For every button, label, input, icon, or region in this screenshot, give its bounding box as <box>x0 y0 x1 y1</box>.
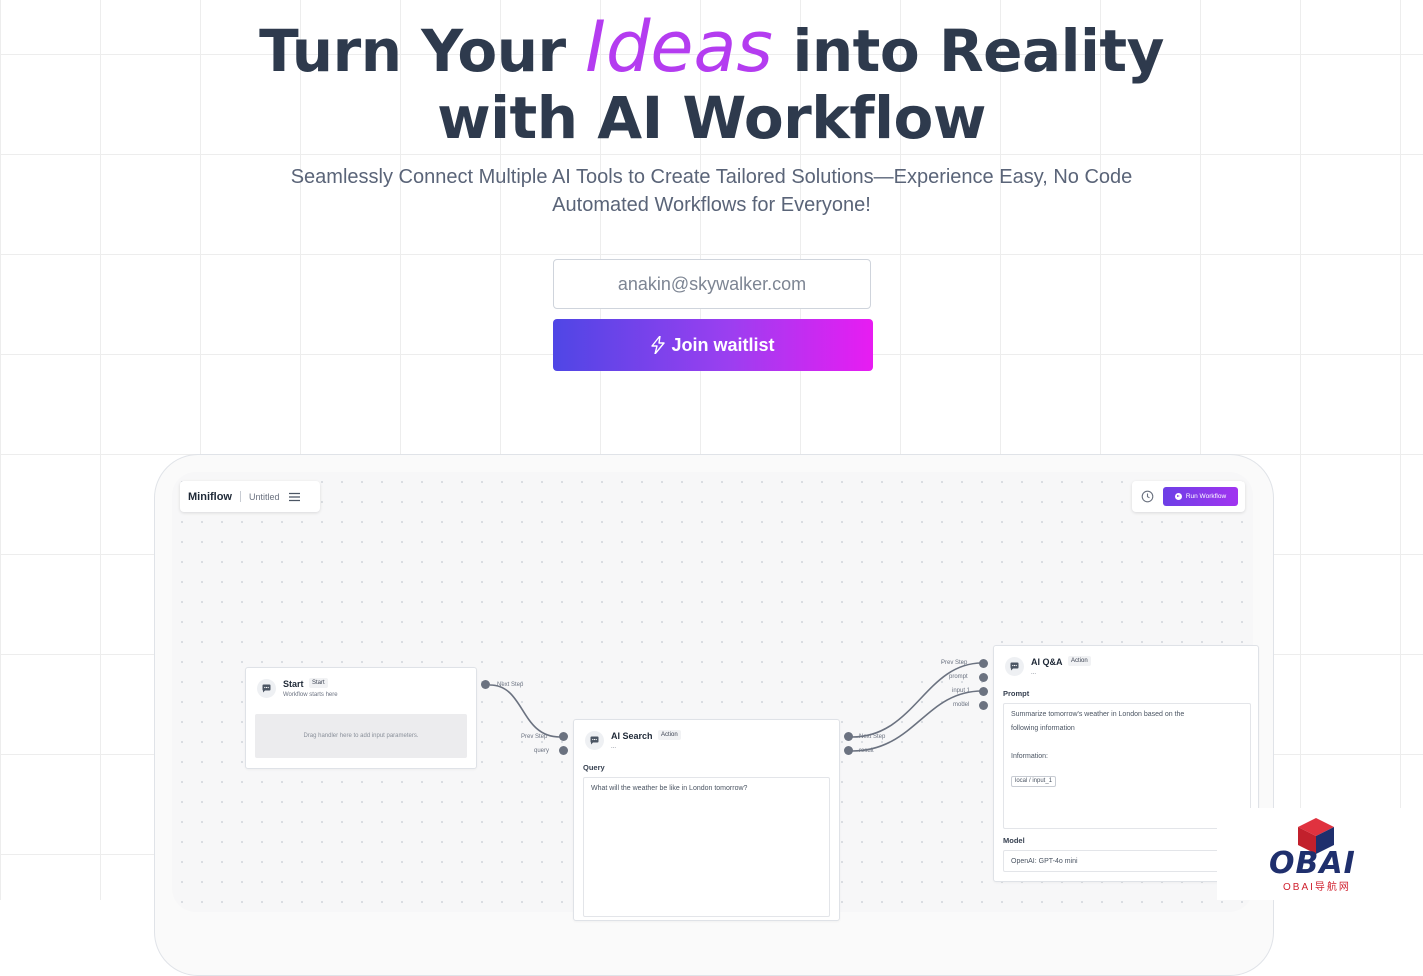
history-clock-icon[interactable] <box>1141 490 1154 503</box>
workflow-toolbar: Miniflow Untitled <box>180 481 320 512</box>
qa-prompt-port[interactable] <box>979 673 988 682</box>
node-subtitle: Workflow starts here <box>283 692 338 698</box>
port-label: result <box>859 748 874 754</box>
port-label: Prev Step <box>941 660 968 666</box>
hero-subtitle: Seamlessly Connect Multiple AI Tools to … <box>290 166 1133 216</box>
logo-text: OBAI <box>1269 846 1356 881</box>
search-next-port[interactable] <box>844 732 853 741</box>
toolbar-divider <box>240 491 241 502</box>
join-waitlist-button[interactable]: Join waitlist <box>553 319 873 371</box>
node-tag: Action <box>1068 656 1091 666</box>
chat-icon <box>257 679 276 698</box>
node-title: AI Search <box>611 731 653 741</box>
start-node[interactable]: Start Start Workflow starts here Drag ha… <box>245 667 477 769</box>
port-label: query <box>534 748 550 754</box>
app-brand: Miniflow <box>188 490 232 503</box>
query-label: Query <box>583 763 605 772</box>
headline-line-2: with AI Workflow <box>437 84 986 152</box>
node-tag: Action <box>658 730 681 740</box>
run-workflow-button[interactable]: Run Workflow <box>1163 487 1238 506</box>
search-prev-port[interactable] <box>559 732 568 741</box>
node-tag: Start <box>309 678 328 688</box>
headline-line-1: Turn Your Ideas into Reality <box>0 12 1423 86</box>
qa-prev-port[interactable] <box>979 659 988 668</box>
ai-search-node[interactable]: AI Search Action ... Query What will the… <box>573 719 840 921</box>
qa-input-port[interactable] <box>979 687 988 696</box>
variable-chip[interactable]: local / input_1 <box>1011 776 1057 787</box>
play-icon <box>1174 493 1182 500</box>
run-workflow-label: Run Workflow <box>1185 493 1227 500</box>
start-next-port[interactable] <box>481 680 490 689</box>
chat-icon <box>585 731 604 750</box>
port-label: input 1 <box>952 688 971 694</box>
prompt-line: Summarize tomorrow's weather in London b… <box>1011 711 1185 718</box>
prompt-line: Information: <box>1011 753 1048 760</box>
port-label: Prev Step <box>521 734 548 740</box>
logo-subtext: OBAI导航网 <box>1283 882 1351 893</box>
join-waitlist-label: Join waitlist <box>671 334 775 355</box>
port-label: Next Step <box>497 682 524 688</box>
model-select[interactable]: OpenAI: GPT-4o mini <box>1003 850 1251 872</box>
prompt-field[interactable]: Summarize tomorrow's weather in London b… <box>1003 703 1251 829</box>
run-toolbar: Run Workflow <box>1132 481 1245 512</box>
query-field[interactable]: What will the weather be like in London … <box>583 777 830 917</box>
node-title: AI Q&A <box>1031 657 1063 667</box>
workflow-name[interactable]: Untitled <box>249 492 280 502</box>
prompt-line: following information <box>1011 725 1075 732</box>
chat-icon <box>1005 657 1024 676</box>
port-label: Next Step <box>859 734 886 740</box>
node-subtitle: ... <box>611 744 617 750</box>
headline-text: into Reality <box>772 17 1165 85</box>
email-input[interactable] <box>553 259 871 309</box>
headline-text: Turn Your <box>259 17 586 85</box>
menu-icon[interactable] <box>288 492 300 502</box>
port-label: prompt <box>949 674 968 680</box>
prompt-label: Prompt <box>1003 689 1030 698</box>
search-result-port[interactable] <box>844 746 853 755</box>
search-query-port[interactable] <box>559 746 568 755</box>
lightning-icon <box>651 336 666 354</box>
qa-model-port[interactable] <box>979 701 988 710</box>
watermark-logo: OBAI OBAI导航网 <box>1217 808 1423 900</box>
headline-accent-word: Ideas <box>585 6 773 88</box>
node-title: Start <box>283 679 304 689</box>
node-subtitle: ... <box>1031 670 1037 676</box>
input-parameters-dropzone[interactable]: Drag handler here to add input parameter… <box>255 714 467 758</box>
port-label: model <box>953 702 970 708</box>
model-label: Model <box>1003 836 1025 845</box>
